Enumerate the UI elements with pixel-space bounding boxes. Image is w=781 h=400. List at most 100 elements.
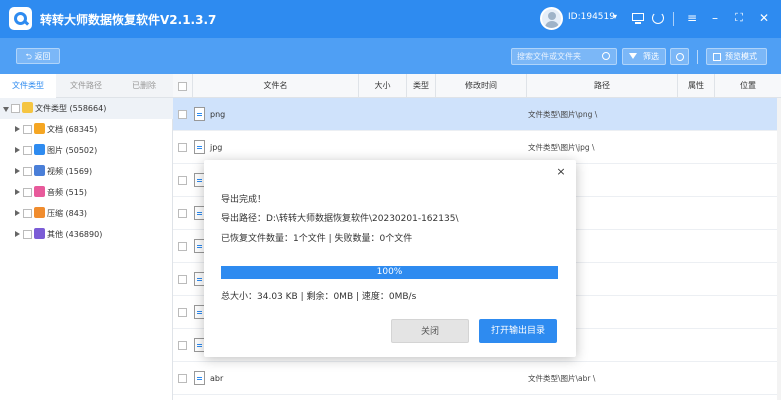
title-bar: 转转大师数据恢复软件V2.1.3.7 ID:194519 ▾ ≡ – ⛶ ✕ xyxy=(0,0,781,38)
file-icon xyxy=(194,107,205,121)
expand-icon[interactable] xyxy=(15,168,20,174)
toolbar: ⮌ 返回 筛选 预览模式 xyxy=(0,38,781,74)
collapse-icon[interactable] xyxy=(3,107,9,112)
column-header-type[interactable]: 类型 xyxy=(406,74,435,98)
tree-item-label: 视频 (1569) xyxy=(47,167,93,176)
grid-icon xyxy=(713,53,721,61)
tree-item[interactable]: 图片 (50502) xyxy=(0,140,173,161)
column-header-attribute[interactable]: 属性 xyxy=(677,74,714,98)
column-header-modified[interactable]: 修改时间 xyxy=(435,74,526,98)
search-input[interactable] xyxy=(517,50,597,63)
tree-checkbox[interactable] xyxy=(23,209,32,218)
dialog-close-icon[interactable]: × xyxy=(555,166,567,178)
tree-checkbox[interactable] xyxy=(23,230,32,239)
back-button[interactable]: ⮌ 返回 xyxy=(16,48,60,64)
file-path: 文件类型\图片\png \ xyxy=(528,110,598,119)
tree-item[interactable]: 其他 (436890) xyxy=(0,224,173,245)
row-checkbox[interactable] xyxy=(178,209,187,218)
tree-item[interactable]: 音频 (515) xyxy=(0,182,173,203)
tree-checkbox[interactable] xyxy=(11,104,20,113)
row-checkbox[interactable] xyxy=(178,242,187,251)
column-header-location[interactable]: 位置 xyxy=(714,74,781,98)
menu-icon[interactable]: ≡ xyxy=(684,10,700,26)
zoom-search-button[interactable] xyxy=(670,48,689,65)
row-checkbox[interactable] xyxy=(178,275,187,284)
file-path: 文件类型\图片\abr \ xyxy=(528,374,596,383)
search-box[interactable] xyxy=(511,48,617,65)
toolbar-divider xyxy=(697,50,698,64)
tree-root-file-type[interactable]: 文件类型 (558664) xyxy=(0,98,173,119)
left-tabs: 文件类型 文件路径 已删除 xyxy=(0,74,173,98)
file-icon xyxy=(194,140,205,154)
image-folder-icon xyxy=(34,144,45,155)
user-id[interactable]: ID:194519 xyxy=(568,12,615,22)
export-complete-dialog: × 导出完成！ 导出路径：D:\转转大师数据恢复软件\20230201-1621… xyxy=(204,160,576,357)
maximize-icon[interactable]: ⛶ xyxy=(731,10,747,26)
tab-file-type[interactable]: 文件类型 xyxy=(0,74,56,98)
folder-icon xyxy=(22,102,33,113)
user-avatar[interactable] xyxy=(540,7,563,30)
table-row[interactable]: png 文件类型\图片\png \ xyxy=(173,98,781,131)
minimize-icon[interactable]: – xyxy=(707,10,723,26)
select-all-checkbox[interactable] xyxy=(178,82,187,91)
close-button[interactable]: 关闭 xyxy=(391,319,469,343)
progress-text: 100% xyxy=(376,267,403,277)
recovery-stats: 已恢复文件数量：1个文件 | 失败数量：0个文件 xyxy=(221,234,413,244)
row-checkbox[interactable] xyxy=(178,341,187,350)
expand-icon[interactable] xyxy=(15,126,20,132)
tree-item[interactable]: 文档 (68345) xyxy=(0,119,173,140)
open-output-folder-button[interactable]: 打开输出目录 xyxy=(479,319,557,343)
document-folder-icon xyxy=(34,123,45,134)
tree-item-label: 压缩 (843) xyxy=(47,209,88,218)
tree-item-label: 其他 (436890) xyxy=(47,230,103,239)
row-checkbox[interactable] xyxy=(178,176,187,185)
tree-item-label: 图片 (50502) xyxy=(47,146,98,155)
expand-icon[interactable] xyxy=(15,189,20,195)
expand-icon[interactable] xyxy=(15,231,20,237)
video-folder-icon xyxy=(34,165,45,176)
expand-icon[interactable] xyxy=(15,147,20,153)
audio-folder-icon xyxy=(34,186,45,197)
file-icon xyxy=(194,371,205,385)
user-dropdown-icon[interactable]: ▾ xyxy=(613,12,617,21)
archive-folder-icon xyxy=(34,207,45,218)
column-header-name[interactable]: 文件名 xyxy=(192,74,358,98)
app-title: 转转大师数据恢复软件V2.1.3.7 xyxy=(40,13,217,27)
search-icon[interactable] xyxy=(602,52,610,60)
preview-mode-button[interactable]: 预览模式 xyxy=(706,48,767,65)
other-folder-icon xyxy=(34,228,45,239)
tree-item[interactable]: 视频 (1569) xyxy=(0,161,173,182)
expand-icon[interactable] xyxy=(15,210,20,216)
table-row[interactable]: abr 文件类型\图片\abr \ xyxy=(173,362,781,395)
export-progress-bar: 100% xyxy=(221,266,558,279)
zoom-icon xyxy=(676,53,684,61)
tree-checkbox[interactable] xyxy=(23,146,32,155)
tree-item-label: 音频 (515) xyxy=(47,188,88,197)
row-checkbox[interactable] xyxy=(178,374,187,383)
table-header: 文件名 大小 类型 修改时间 路径 属性 位置 xyxy=(173,74,781,98)
file-name: abr xyxy=(210,374,224,383)
tab-deleted[interactable]: 已删除 xyxy=(116,74,172,98)
filter-icon xyxy=(629,53,637,59)
tree-item-label: 文档 (68345) xyxy=(47,125,98,134)
monitor-icon[interactable] xyxy=(630,10,646,26)
preview-label: 预览模式 xyxy=(725,52,757,61)
tree-checkbox[interactable] xyxy=(23,167,32,176)
tab-file-path[interactable]: 文件路径 xyxy=(58,74,114,98)
row-checkbox[interactable] xyxy=(178,110,187,119)
filter-label: 筛选 xyxy=(643,52,659,61)
tree-checkbox[interactable] xyxy=(23,125,32,134)
filter-button[interactable]: 筛选 xyxy=(622,48,666,65)
left-panel: 文件类型 文件路径 已删除 文件类型 (558664) 文档 (68345) 图片… xyxy=(0,74,173,400)
column-header-path[interactable]: 路径 xyxy=(526,74,677,98)
tree-checkbox[interactable] xyxy=(23,188,32,197)
close-window-icon[interactable]: ✕ xyxy=(756,10,772,26)
vertical-scrollbar[interactable] xyxy=(777,98,781,400)
row-checkbox[interactable] xyxy=(178,143,187,152)
column-header-size[interactable]: 大小 xyxy=(358,74,406,98)
refresh-icon[interactable] xyxy=(650,10,666,26)
file-name: png xyxy=(210,110,226,119)
tree-item[interactable]: 压缩 (843) xyxy=(0,203,173,224)
dialog-title: 导出完成！ xyxy=(221,195,267,205)
row-checkbox[interactable] xyxy=(178,308,187,317)
